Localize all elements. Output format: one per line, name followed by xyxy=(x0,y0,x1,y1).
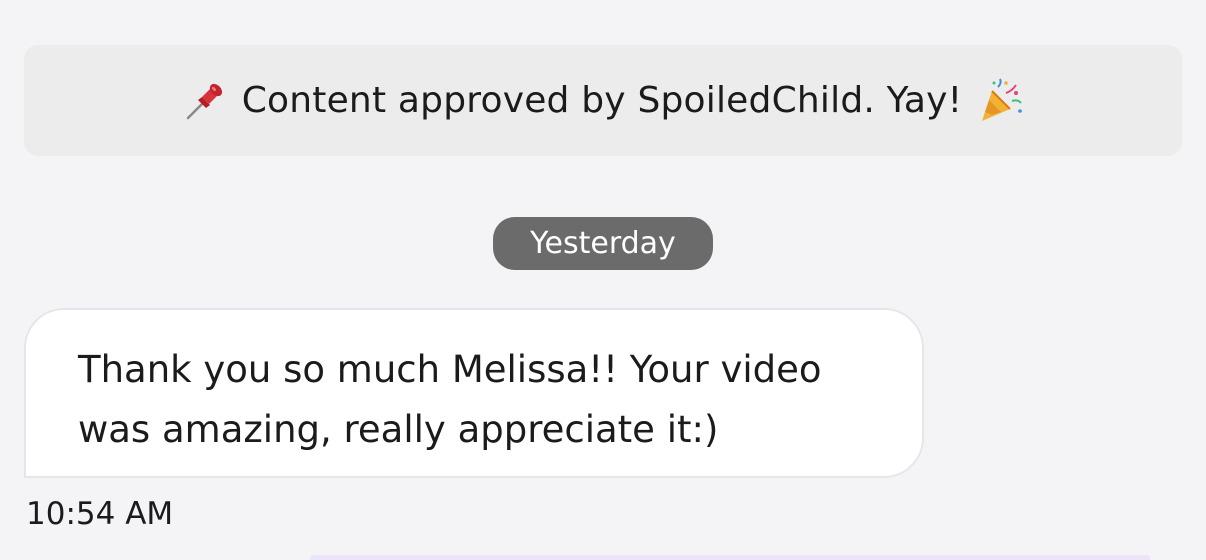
party-popper-icon xyxy=(976,77,1024,125)
approval-banner-text: Content approved by SpoiledChild. Yay! xyxy=(241,80,963,121)
date-separator-label: Yesterday xyxy=(530,226,676,261)
next-message-edge xyxy=(310,555,1150,560)
message-text: Thank you so much Melissa!! Your video w… xyxy=(78,348,822,451)
date-separator: Yesterday xyxy=(493,217,713,270)
approval-banner: Content approved by SpoiledChild. Yay! xyxy=(24,45,1182,156)
message-timestamp: 10:54 AM xyxy=(26,496,174,532)
message-bubble[interactable]: Thank you so much Melissa!! Your video w… xyxy=(24,308,924,478)
pushpin-icon xyxy=(182,78,228,124)
